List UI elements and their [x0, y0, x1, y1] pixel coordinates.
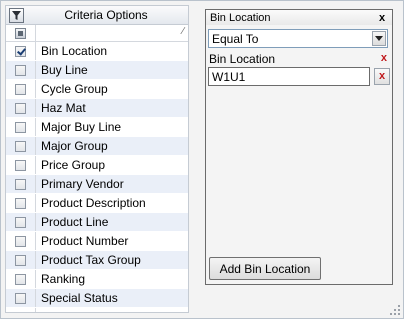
- bin-location-panel: Bin Location x Equal To Bin Location x x…: [205, 9, 393, 285]
- row-checkbox[interactable]: [15, 64, 26, 76]
- pencil-icon: ∕: [182, 26, 184, 37]
- list-item[interactable]: Buy Line: [6, 61, 188, 80]
- criteria-option-label: Special Status: [41, 291, 118, 305]
- select-all-icon[interactable]: [15, 27, 26, 39]
- list-item[interactable]: Special Status: [6, 289, 188, 308]
- criteria-option-label: Bin Location: [41, 44, 108, 58]
- checkbox-cell[interactable]: [6, 308, 36, 312]
- criteria-option-label: Product Tax Group: [41, 253, 141, 267]
- criteria-option-label: Product Description: [41, 196, 146, 210]
- filter-cell[interactable]: ∕: [36, 25, 188, 41]
- criteria-option-label: Price Group: [41, 158, 106, 172]
- checkbox-cell[interactable]: [6, 80, 36, 98]
- criteria-options-grid: Criteria Options ∕ Bin Location Buy Line C…: [5, 5, 189, 313]
- list-item[interactable]: Major Buy Line: [6, 118, 188, 137]
- list-item[interactable]: Product Number: [6, 232, 188, 251]
- checkbox-cell[interactable]: [6, 61, 36, 79]
- bin-location-value-input[interactable]: [208, 67, 370, 86]
- remove-field-icon[interactable]: x: [381, 52, 387, 64]
- chevron-down-icon[interactable]: [372, 31, 386, 46]
- criteria-option-label: Major Buy Line: [41, 120, 122, 134]
- panel-header: Bin Location x: [206, 10, 392, 25]
- list-item[interactable]: Primary Vendor: [6, 175, 188, 194]
- list-item[interactable]: Haz Mat: [6, 99, 188, 118]
- operator-select[interactable]: Equal To: [208, 29, 388, 48]
- row-checkbox[interactable]: [15, 159, 26, 171]
- list-item[interactable]: Price Group: [6, 156, 188, 175]
- row-checkbox[interactable]: [15, 254, 26, 266]
- resize-grip-icon[interactable]: [390, 305, 400, 315]
- criteria-option-label: Haz Mat: [41, 101, 86, 115]
- row-checkbox[interactable]: [15, 45, 26, 57]
- row-checkbox[interactable]: [15, 178, 26, 190]
- checkbox-cell[interactable]: [6, 156, 36, 174]
- row-checkbox[interactable]: [15, 216, 26, 228]
- list-item[interactable]: Ranking: [6, 270, 188, 289]
- grid-header: Criteria Options: [6, 6, 188, 25]
- list-item[interactable]: Product Tax Group: [6, 251, 188, 270]
- funnel-icon[interactable]: [9, 7, 24, 23]
- window-frame: Criteria Options ∕ Bin Location Buy Line C…: [0, 0, 404, 319]
- remove-value-button[interactable]: x: [374, 68, 390, 85]
- criteria-option-label: Product Number: [41, 234, 129, 248]
- checkbox-cell[interactable]: [6, 175, 36, 193]
- criteria-list: Bin Location Buy Line Cycle Group Haz Mat Ma…: [6, 42, 188, 312]
- checkbox-cell[interactable]: [6, 118, 36, 136]
- criteria-option-label: Vendor: [36, 308, 188, 312]
- list-item[interactable]: Cycle Group: [6, 80, 188, 99]
- criteria-option-label: Cycle Group: [41, 82, 108, 96]
- checkbox-cell[interactable]: [6, 289, 36, 307]
- criteria-option-label: Product Line: [41, 215, 109, 229]
- row-checkbox[interactable]: [15, 83, 26, 95]
- criteria-option-label: Major Group: [41, 139, 108, 153]
- select-all-cell[interactable]: [6, 25, 36, 41]
- checkbox-cell[interactable]: [6, 42, 36, 60]
- field-label: Bin Location: [209, 52, 276, 66]
- checkbox-cell[interactable]: [6, 232, 36, 250]
- grid-filter-row[interactable]: ∕: [6, 25, 188, 42]
- list-item[interactable]: Bin Location: [6, 42, 188, 61]
- panel-title: Bin Location: [210, 11, 271, 24]
- row-checkbox[interactable]: [15, 102, 26, 114]
- close-icon[interactable]: x: [376, 12, 388, 24]
- criteria-options-title: Criteria Options: [64, 8, 148, 22]
- row-checkbox[interactable]: [15, 311, 26, 312]
- operator-value: Equal To: [212, 32, 259, 46]
- criteria-option-label: Buy Line: [41, 63, 88, 77]
- list-item[interactable]: Vendor: [6, 308, 188, 312]
- row-checkbox[interactable]: [15, 140, 26, 152]
- row-checkbox[interactable]: [15, 121, 26, 133]
- add-bin-location-button[interactable]: Add Bin Location: [209, 257, 321, 280]
- checkbox-cell[interactable]: [6, 251, 36, 269]
- checkbox-cell[interactable]: [6, 194, 36, 212]
- list-item[interactable]: Product Line: [6, 213, 188, 232]
- checkbox-cell[interactable]: [6, 137, 36, 155]
- row-checkbox[interactable]: [15, 292, 26, 304]
- checkbox-cell[interactable]: [6, 270, 36, 288]
- checkbox-cell[interactable]: [6, 99, 36, 117]
- row-checkbox[interactable]: [15, 273, 26, 285]
- checkbox-cell[interactable]: [6, 213, 36, 231]
- list-item[interactable]: Product Description: [6, 194, 188, 213]
- row-checkbox[interactable]: [15, 235, 26, 247]
- criteria-option-label: Primary Vendor: [41, 177, 124, 191]
- criteria-option-label: Ranking: [41, 272, 86, 286]
- list-item[interactable]: Major Group: [6, 137, 188, 156]
- row-checkbox[interactable]: [15, 197, 26, 209]
